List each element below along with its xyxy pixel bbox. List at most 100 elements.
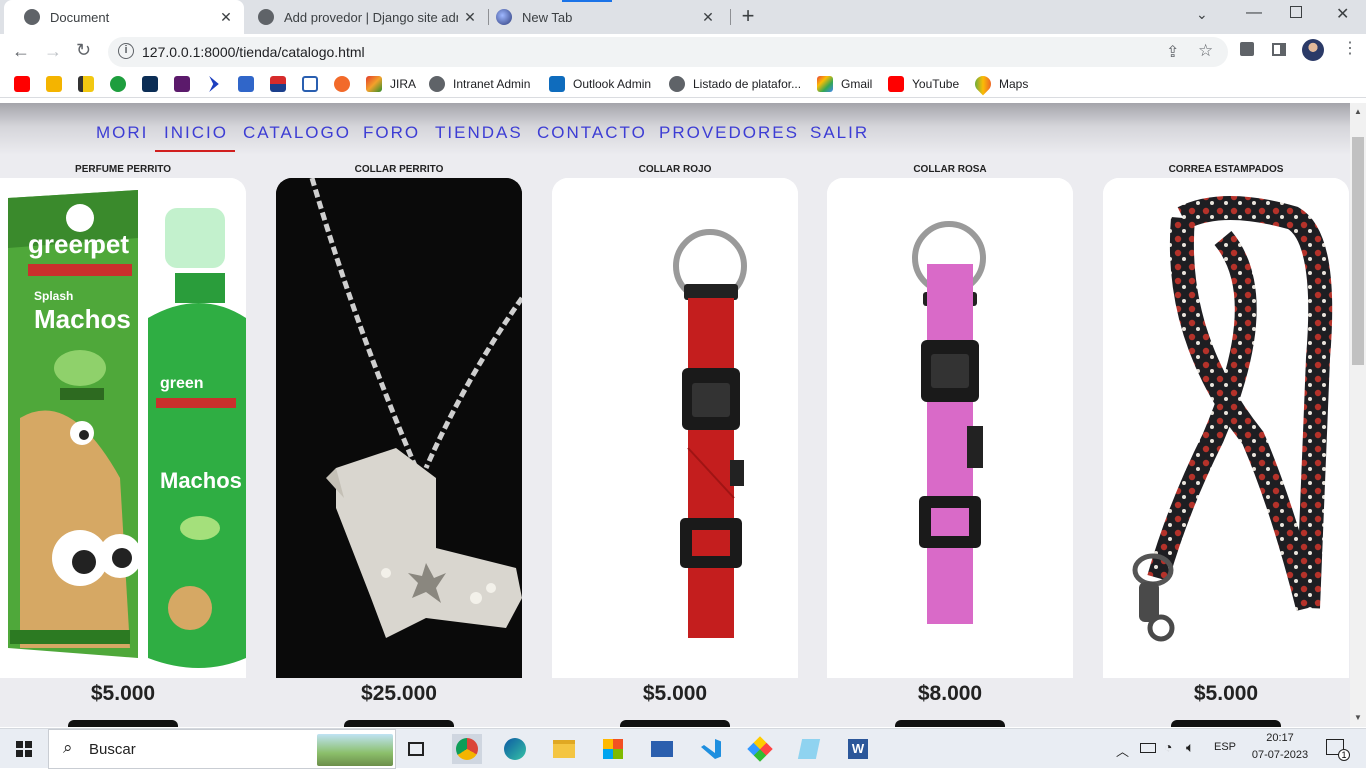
- bookmark-arrow[interactable]: [206, 75, 222, 93]
- chrome-app-icon[interactable]: [452, 734, 482, 764]
- clock-date[interactable]: 07-07-2023: [1246, 749, 1314, 761]
- tray-chevron-up-icon[interactable]: ︿: [1116, 741, 1129, 760]
- nav-salir[interactable]: SALIR: [810, 123, 869, 143]
- bookmark-star-icon[interactable]: ☆: [1198, 41, 1213, 61]
- add-to-cart-button[interactable]: [68, 720, 178, 727]
- globe-icon: [429, 76, 445, 92]
- taskbar-search-box[interactable]: ⌕ Buscar: [48, 729, 396, 769]
- task-view-icon[interactable]: [401, 734, 431, 764]
- bookmark-youtube-app[interactable]: [14, 75, 30, 93]
- tab-search-icon[interactable]: ⌄: [1196, 6, 1208, 23]
- bookmark-editor[interactable]: [46, 75, 62, 93]
- add-to-cart-button[interactable]: [1171, 720, 1281, 727]
- url-text[interactable]: 127.0.0.1:8000/tienda/catalogo.html: [142, 44, 365, 60]
- tab-django-admin[interactable]: Add provedor | Django site admin ✕: [238, 0, 488, 34]
- extensions-icon[interactable]: [1240, 42, 1254, 56]
- product-image-necklace[interactable]: [276, 178, 522, 678]
- svg-text:Splash: Splash: [34, 289, 73, 303]
- page-content: MORI INICIO CATALOGO FORO TIENDAS CONTAC…: [0, 103, 1350, 727]
- forward-arrow-icon[interactable]: →: [44, 41, 62, 62]
- nav-contacto[interactable]: CONTACTO: [537, 123, 647, 143]
- bookmark-m[interactable]: [174, 75, 190, 93]
- bookmark-youtube[interactable]: YouTube: [888, 75, 959, 93]
- profile-avatar[interactable]: [1302, 39, 1324, 61]
- word-app-icon[interactable]: W: [843, 734, 873, 764]
- product-image-pink-collar[interactable]: [827, 178, 1073, 678]
- bookmark-maps[interactable]: Maps: [971, 72, 1029, 96]
- reload-icon[interactable]: ↻: [76, 40, 91, 61]
- nav-tiendas[interactable]: TIENDAS: [435, 123, 523, 143]
- bookmark-o[interactable]: [142, 75, 158, 93]
- nav-provedores[interactable]: PROVEDORES: [659, 123, 799, 143]
- file-explorer-icon[interactable]: [549, 734, 579, 764]
- bookmark-gmail[interactable]: Gmail: [817, 75, 872, 93]
- bookmark-label: YouTube: [912, 77, 960, 91]
- product-price: $8.000: [917, 682, 983, 705]
- site-navbar: MORI INICIO CATALOGO FORO TIENDAS CONTAC…: [0, 103, 1350, 155]
- bookmark-intranet-admin[interactable]: Intranet Admin: [429, 75, 530, 93]
- product-title: COLLAR PERRITO: [354, 164, 444, 175]
- chart-icon: [78, 76, 94, 92]
- nav-foro[interactable]: FORO: [363, 123, 420, 143]
- bookmark-g[interactable]: [334, 75, 350, 93]
- share-icon[interactable]: ⇪: [1166, 42, 1179, 62]
- bookmark-at[interactable]: [238, 75, 254, 93]
- windows-taskbar: ⌕ Buscar W ︿ ◔ 🔈︎ ESP 20:17 07-07-2023 1: [0, 728, 1366, 769]
- at-icon: [238, 76, 254, 92]
- add-to-cart-button[interactable]: [344, 720, 454, 727]
- add-to-cart-button[interactable]: [620, 720, 730, 727]
- minimize-button[interactable]: —: [1246, 4, 1262, 22]
- nav-mori[interactable]: MORI: [96, 123, 148, 143]
- edge-app-icon[interactable]: [500, 734, 530, 764]
- volume-icon[interactable]: 🔈︎: [1186, 739, 1194, 756]
- new-tab-button[interactable]: +: [737, 5, 759, 27]
- tab-new-tab[interactable]: New Tab ✕: [476, 0, 726, 34]
- bookmark-one[interactable]: [110, 75, 126, 93]
- m-letter-icon: [174, 76, 190, 92]
- clock-time[interactable]: 20:17: [1250, 732, 1310, 744]
- windows-start-icon[interactable]: [16, 741, 32, 757]
- scroll-up-icon[interactable]: ▲: [1354, 107, 1362, 116]
- bookmark-jira[interactable]: JIRA: [366, 75, 416, 93]
- youtube-icon: [888, 76, 904, 92]
- scroll-down-icon[interactable]: ▼: [1354, 713, 1362, 722]
- chrome-menu-icon[interactable]: ⋮: [1342, 39, 1358, 59]
- vscode-app-icon[interactable]: [696, 734, 726, 764]
- close-tab-icon[interactable]: ✕: [696, 9, 720, 26]
- page-scrollbar[interactable]: ▲ ▼: [1350, 103, 1366, 727]
- product-image-leash[interactable]: [1103, 178, 1349, 678]
- bookmark-listado[interactable]: Listado de platafor...: [669, 75, 801, 93]
- bookmark-label: Maps: [999, 77, 1029, 91]
- product-image-red-collar[interactable]: [552, 178, 798, 678]
- wifi-icon[interactable]: ◔: [1164, 739, 1172, 755]
- nav-inicio[interactable]: INICIO: [164, 123, 228, 143]
- outlook-icon: [549, 76, 565, 92]
- product-image-perfume[interactable]: green pet Splash Machos green Machos: [0, 178, 246, 678]
- nav-catalogo[interactable]: CATALOGO: [243, 123, 351, 143]
- bookmark-screenshot[interactable]: [302, 75, 318, 93]
- site-info-icon[interactable]: i: [118, 43, 134, 59]
- product-price: $25.000: [361, 682, 437, 705]
- tab-document[interactable]: Document ✕: [4, 0, 244, 34]
- language-indicator[interactable]: ESP: [1214, 741, 1236, 753]
- side-panel-icon[interactable]: [1272, 43, 1286, 56]
- bookmark-outlook-admin[interactable]: Outlook Admin: [549, 75, 651, 93]
- address-bar[interactable]: i 127.0.0.1:8000/tienda/catalogo.html ⇪ …: [108, 37, 1228, 67]
- bookmark-flag[interactable]: [270, 75, 286, 93]
- git-kraken-icon[interactable]: [745, 734, 775, 764]
- tab-separator: [730, 9, 731, 25]
- remote-desktop-icon[interactable]: [647, 734, 677, 764]
- bookmark-powerbi[interactable]: [78, 75, 94, 93]
- screenshot-icon: [302, 76, 318, 92]
- store-app-icon[interactable]: [598, 734, 628, 764]
- back-arrow-icon[interactable]: ←: [12, 41, 30, 62]
- battery-icon[interactable]: [1140, 743, 1156, 753]
- notes-app-icon[interactable]: [794, 734, 824, 764]
- add-to-cart-button[interactable]: [895, 720, 1005, 727]
- close-window-button[interactable]: ✕: [1336, 4, 1349, 24]
- restore-button[interactable]: [1290, 6, 1302, 18]
- tab-title: New Tab: [522, 9, 573, 25]
- close-tab-icon[interactable]: ✕: [214, 9, 238, 26]
- scrollbar-thumb[interactable]: [1352, 137, 1364, 365]
- bookmark-label: JIRA: [390, 77, 417, 91]
